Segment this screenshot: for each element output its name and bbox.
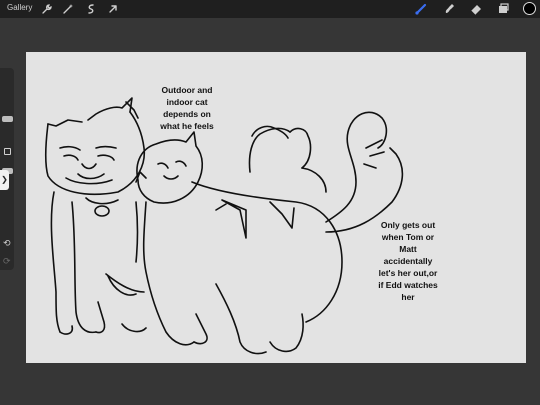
cat-sketch-illustration [44, 97, 404, 355]
wrench-icon[interactable] [40, 3, 52, 15]
smudge-icon[interactable] [442, 2, 456, 16]
redo-icon[interactable]: ⟳ [3, 256, 11, 267]
drawing-canvas[interactable]: Outdoor and indoor cat depends on what h… [26, 52, 526, 363]
gallery-button[interactable]: Gallery [7, 3, 32, 12]
undo-icon[interactable]: ⟲ [3, 238, 11, 249]
layers-icon[interactable] [496, 2, 510, 16]
selection-icon[interactable] [85, 3, 97, 15]
canvas-note-right: Only gets out when Tom or Matt accidenta… [378, 220, 438, 302]
top-toolbar: Gallery [0, 0, 540, 18]
left-sidebar: ⟲ ⟳ [0, 68, 14, 270]
brush-icon[interactable] [414, 2, 428, 16]
color-picker-button[interactable] [523, 2, 536, 15]
transform-arrow-icon[interactable] [107, 3, 119, 15]
eraser-icon[interactable] [469, 2, 483, 16]
brush-size-slider[interactable] [2, 116, 13, 122]
canvas-note-top: Outdoor and indoor cat depends on what h… [160, 85, 214, 131]
magic-wand-icon[interactable] [62, 3, 74, 15]
modify-button[interactable] [4, 148, 11, 155]
sidebar-toggle-tab[interactable]: ❯ [0, 170, 9, 190]
